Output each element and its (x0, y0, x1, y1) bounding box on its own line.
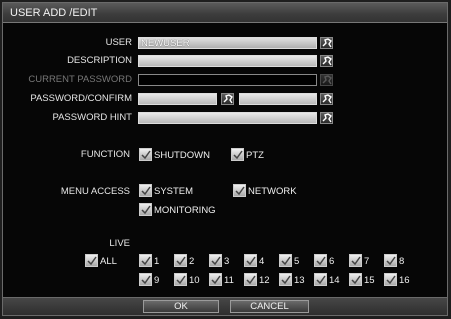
current-password-keyboard-button (320, 74, 333, 86)
password-confirm-label: PASSWORD/CONFIRM (30, 93, 132, 104)
keyboard-icon (322, 56, 332, 66)
function-label: FUNCTION (80, 149, 130, 160)
check-icon (281, 256, 291, 266)
current-password-field (138, 74, 317, 86)
user-value: NEWUSER (141, 38, 190, 49)
live-channel-label: 8 (399, 256, 405, 267)
monitoring-label: MONITORING (154, 205, 216, 216)
keyboard-icon (322, 75, 332, 85)
live-channel-label: 1 (154, 256, 160, 267)
check-icon (235, 186, 245, 196)
check-icon (211, 256, 221, 266)
check-icon (141, 275, 151, 285)
live-channel-checkbox[interactable] (349, 254, 362, 267)
user-label: USER (105, 37, 132, 48)
keyboard-icon (322, 94, 332, 104)
check-icon (351, 275, 361, 285)
check-icon (141, 186, 151, 196)
keyboard-icon (322, 38, 332, 48)
live-channel-checkbox[interactable] (244, 254, 257, 267)
check-icon (141, 205, 151, 215)
check-icon (386, 275, 396, 285)
live-channel-checkbox[interactable] (314, 273, 327, 286)
live-channel-label: 9 (154, 275, 160, 286)
live-channel-label: 13 (294, 275, 305, 286)
check-icon (246, 256, 256, 266)
live-channel-label: 15 (364, 275, 375, 286)
live-channel-label: 4 (259, 256, 265, 267)
password-hint-field[interactable] (138, 112, 317, 124)
live-channel-label: 12 (259, 275, 270, 286)
live-label: LIVE (109, 238, 130, 249)
live-channel-label: 6 (329, 256, 335, 267)
current-password-label: CURRENT PASSWORD (28, 74, 132, 85)
description-label: DESCRIPTION (67, 55, 132, 66)
titlebar: USER ADD /EDIT (3, 3, 447, 23)
ptz-label: PTZ (246, 150, 264, 161)
live-channel-label: 7 (364, 256, 370, 267)
check-icon (141, 256, 151, 266)
live-channel-checkbox[interactable] (139, 273, 152, 286)
live-channel-checkbox[interactable] (384, 273, 397, 286)
live-channel-checkbox[interactable] (279, 254, 292, 267)
password-keyboard-button[interactable] (221, 93, 234, 105)
check-icon (351, 256, 361, 266)
check-icon (176, 256, 186, 266)
confirm-password-field[interactable] (239, 93, 317, 105)
check-icon (246, 275, 256, 285)
live-channel-checkbox[interactable] (314, 254, 327, 267)
system-checkbox[interactable] (139, 184, 152, 197)
check-icon (316, 256, 326, 266)
check-icon (176, 275, 186, 285)
ptz-checkbox[interactable] (231, 148, 244, 161)
check-icon (141, 150, 151, 160)
keyboard-icon (223, 94, 233, 104)
monitoring-checkbox[interactable] (139, 203, 152, 216)
keyboard-icon (322, 113, 332, 123)
check-icon (281, 275, 291, 285)
user-add-edit-dialog: USER ADD /EDIT USER NEWUSER DESCRIPTION … (2, 2, 448, 316)
network-label: NETWORK (248, 186, 297, 197)
live-channel-label: 2 (189, 256, 195, 267)
check-icon (316, 275, 326, 285)
live-channel-checkbox[interactable] (174, 273, 187, 286)
network-checkbox[interactable] (233, 184, 246, 197)
live-channel-checkbox[interactable] (244, 273, 257, 286)
live-channel-label: 11 (224, 275, 234, 286)
footer-bar: OK CANCEL (3, 297, 447, 315)
check-icon (386, 256, 396, 266)
live-channel-checkbox[interactable] (139, 254, 152, 267)
user-field[interactable]: NEWUSER (138, 37, 317, 49)
description-field[interactable] (138, 55, 317, 67)
password-hint-label: PASSWORD HINT (52, 112, 132, 123)
live-channel-checkbox[interactable] (349, 273, 362, 286)
check-icon (211, 275, 221, 285)
description-keyboard-button[interactable] (320, 55, 333, 67)
password-hint-keyboard-button[interactable] (320, 112, 333, 124)
live-channel-label: 16 (399, 275, 410, 286)
live-channel-checkbox[interactable] (209, 254, 222, 267)
live-channel-label: 5 (294, 256, 300, 267)
ok-button[interactable]: OK (143, 300, 219, 313)
shutdown-label: SHUTDOWN (154, 150, 210, 161)
live-channel-checkbox[interactable] (209, 273, 222, 286)
cancel-button[interactable]: CANCEL (230, 300, 309, 313)
shutdown-checkbox[interactable] (139, 148, 152, 161)
live-channel-checkbox[interactable] (384, 254, 397, 267)
check-icon (233, 150, 243, 160)
user-keyboard-button[interactable] (320, 37, 333, 49)
live-channel-label: 14 (329, 275, 340, 286)
live-channel-checkbox[interactable] (279, 273, 292, 286)
password-field[interactable] (138, 93, 217, 105)
live-all-label: ALL (100, 256, 117, 267)
dialog-title: USER ADD /EDIT (10, 7, 98, 19)
live-all-checkbox[interactable] (85, 254, 98, 267)
system-label: SYSTEM (154, 186, 194, 197)
live-channel-checkbox[interactable] (174, 254, 187, 267)
live-channel-label: 10 (189, 275, 200, 286)
check-icon (87, 256, 97, 266)
confirm-keyboard-button[interactable] (320, 93, 333, 105)
menu-access-label: MENU ACCESS (60, 186, 130, 197)
live-channel-label: 3 (224, 256, 230, 267)
